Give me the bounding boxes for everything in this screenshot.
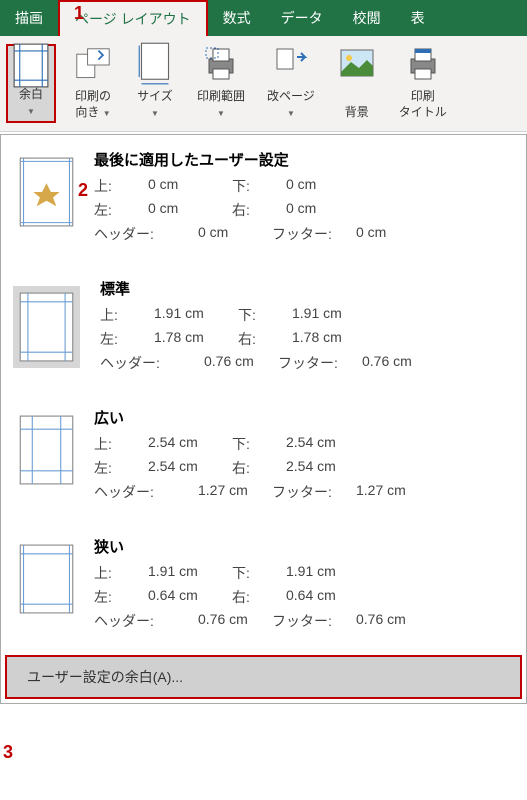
tab-view[interactable]: 表	[396, 0, 440, 36]
top-value: 0 cm	[148, 176, 228, 196]
breaks-label: 改ページ	[267, 89, 315, 103]
header-label: ヘッダー:	[94, 611, 194, 631]
right-value: 0.64 cm	[286, 587, 366, 607]
tab-draw[interactable]: 描画	[0, 0, 58, 36]
header-value: 1.27 cm	[198, 482, 268, 502]
left-value: 1.78 cm	[154, 329, 234, 349]
chevron-down-icon: ▼	[151, 109, 159, 118]
margin-preview-icon	[19, 157, 74, 227]
footer-label: フッター:	[272, 611, 352, 631]
footer-value: 0 cm	[356, 224, 426, 244]
step-number-3: 3	[3, 742, 13, 763]
footer-label: フッター:	[272, 224, 352, 244]
option-title: 狭い	[94, 536, 508, 557]
orientation-icon	[75, 47, 111, 79]
bottom-value: 2.54 cm	[286, 434, 366, 454]
right-label: 右:	[232, 200, 282, 220]
footer-value: 0.76 cm	[362, 353, 432, 373]
tab-formulas[interactable]: 数式	[208, 0, 266, 36]
margin-option-narrow[interactable]: 狭い 上:1.91 cm 下:1.91 cm 左:0.64 cm 右:0.64 …	[1, 522, 526, 651]
top-value: 1.91 cm	[148, 563, 228, 583]
margin-preview-icon	[19, 544, 74, 614]
option-title: 広い	[94, 407, 508, 428]
tab-review[interactable]: 校閲	[338, 0, 396, 36]
top-value: 1.91 cm	[154, 305, 234, 325]
bottom-label: 下:	[232, 176, 282, 196]
left-value: 2.54 cm	[148, 458, 228, 478]
left-label: 左:	[94, 587, 144, 607]
bottom-value: 0 cm	[286, 176, 366, 196]
bottom-label: 下:	[232, 434, 282, 454]
tab-data[interactable]: データ	[266, 0, 338, 36]
print-area-icon	[203, 47, 239, 79]
size-button[interactable]: サイズ ▼	[130, 44, 180, 123]
footer-label: フッター:	[278, 353, 358, 373]
right-value: 0 cm	[286, 200, 366, 220]
left-label: 左:	[94, 458, 144, 478]
option-title: 最後に適用したユーザー設定	[94, 149, 508, 170]
footer-value: 1.27 cm	[356, 482, 426, 502]
top-label: 上:	[100, 305, 150, 325]
margin-option-normal[interactable]: 標準 上:1.91 cm 下:1.91 cm 左:1.78 cm 右:1.78 …	[1, 264, 526, 393]
margins-label: 余白	[19, 87, 43, 101]
custom-margins-button[interactable]: ユーザー設定の余白(A)...	[5, 655, 522, 699]
footer-value: 0.76 cm	[356, 611, 426, 631]
margin-option-wide[interactable]: 広い 上:2.54 cm 下:2.54 cm 左:2.54 cm 右:2.54 …	[1, 393, 526, 522]
left-label: 左:	[94, 200, 144, 220]
step-number-2: 2	[78, 180, 88, 201]
header-label: ヘッダー:	[94, 224, 194, 244]
header-value: 0.76 cm	[204, 353, 274, 373]
left-label: 左:	[100, 329, 150, 349]
print-titles-button[interactable]: 印刷 タイトル	[394, 44, 452, 123]
margin-preview-icon	[13, 286, 80, 368]
chevron-down-icon: ▼	[287, 109, 295, 118]
right-label: 右:	[232, 587, 282, 607]
bottom-value: 1.91 cm	[292, 305, 372, 325]
margins-icon	[13, 49, 49, 81]
size-icon	[137, 47, 173, 79]
left-value: 0 cm	[148, 200, 228, 220]
orientation-button[interactable]: 印刷の 向き ▼	[68, 44, 118, 123]
ribbon-toolbar: 余白▼ 印刷の 向き ▼ サイズ▼ 印刷範囲▼ 改ページ▼ 背景 印刷 タイ	[0, 36, 527, 132]
header-label: ヘッダー:	[100, 353, 200, 373]
background-icon	[339, 47, 375, 79]
margin-preview-icon	[19, 415, 74, 485]
margins-dropdown: 最後に適用したユーザー設定 上:0 cm 下:0 cm 左:0 cm 右:0 c…	[0, 134, 527, 704]
size-label: サイズ	[137, 89, 173, 103]
chevron-down-icon: ▼	[27, 107, 35, 116]
step-number-1: 1	[74, 3, 84, 24]
top-value: 2.54 cm	[148, 434, 228, 454]
option-title: 標準	[100, 278, 508, 299]
right-value: 2.54 cm	[286, 458, 366, 478]
header-label: ヘッダー:	[94, 482, 194, 502]
margins-button[interactable]: 余白 ▼	[6, 44, 56, 123]
bottom-value: 1.91 cm	[286, 563, 366, 583]
background-label: 背景	[345, 105, 369, 121]
print-area-button[interactable]: 印刷範囲 ▼	[192, 44, 250, 123]
right-label: 右:	[232, 458, 282, 478]
background-button[interactable]: 背景	[332, 44, 382, 123]
chevron-down-icon: ▼	[103, 109, 111, 118]
print-titles-icon	[405, 47, 441, 79]
right-label: 右:	[238, 329, 288, 349]
bottom-label: 下:	[238, 305, 288, 325]
header-value: 0 cm	[198, 224, 268, 244]
right-value: 1.78 cm	[292, 329, 372, 349]
top-label: 上:	[94, 434, 144, 454]
top-label: 上:	[94, 176, 144, 196]
header-value: 0.76 cm	[198, 611, 268, 631]
left-value: 0.64 cm	[148, 587, 228, 607]
breaks-button[interactable]: 改ページ ▼	[262, 44, 320, 123]
print-area-label: 印刷範囲	[197, 89, 245, 103]
top-label: 上:	[94, 563, 144, 583]
bottom-label: 下:	[232, 563, 282, 583]
print-titles-label: 印刷 タイトル	[399, 89, 447, 120]
footer-label: フッター:	[272, 482, 352, 502]
breaks-icon	[273, 47, 309, 79]
chevron-down-icon: ▼	[217, 109, 225, 118]
